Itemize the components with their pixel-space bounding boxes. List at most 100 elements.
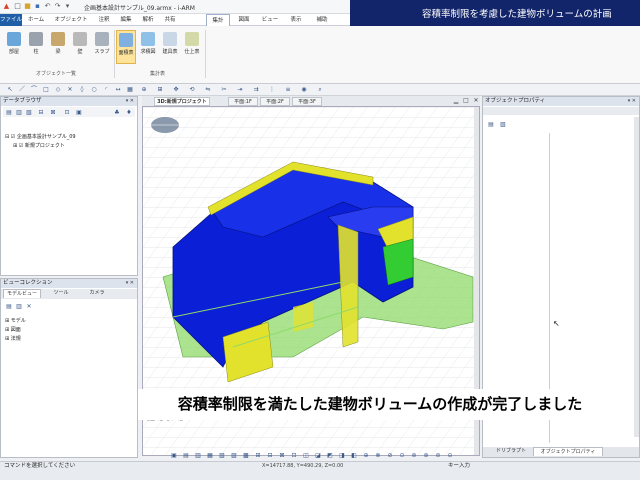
- close-view-icon[interactable]: ✕: [472, 97, 480, 105]
- area-calc-drawing-button[interactable]: 求積図: [138, 30, 158, 64]
- tab-object-properties[interactable]: オブジェクトプロパティ: [533, 447, 603, 456]
- hatch-tool-icon[interactable]: ▦: [126, 86, 134, 94]
- beam-list-button[interactable]: 梁: [48, 30, 68, 64]
- tab-tools[interactable]: ツール: [45, 289, 77, 298]
- slab-list-button[interactable]: スラブ: [92, 30, 112, 64]
- extend-tool-icon[interactable]: ⇥: [236, 86, 244, 94]
- snap-icon[interactable]: ▤: [182, 452, 190, 460]
- snap-icon[interactable]: ◪: [314, 452, 322, 460]
- snap-icon[interactable]: ▧: [218, 452, 226, 460]
- undo-icon[interactable]: ↶: [43, 2, 52, 11]
- snap-icon[interactable]: ◨: [338, 452, 346, 460]
- qat-dropdown-icon[interactable]: ▾: [63, 2, 72, 11]
- tree-item-new-project[interactable]: ⊞ ☑ 新規プロジェクト: [13, 142, 65, 149]
- tab-annotation[interactable]: 注釈: [94, 14, 114, 26]
- measure-tool-icon[interactable]: ⊞: [156, 86, 164, 94]
- tab-home[interactable]: ホーム: [24, 14, 48, 26]
- redo-icon[interactable]: ↷: [53, 2, 62, 11]
- browser-tool-icon[interactable]: ▤: [5, 109, 13, 117]
- browser-tool-icon[interactable]: ▣: [75, 109, 83, 117]
- browser-tool-icon[interactable]: ▥: [15, 109, 23, 117]
- snap-icon[interactable]: ⊚: [410, 452, 418, 460]
- key-input-field[interactable]: キー入力: [448, 462, 470, 470]
- open-folder-icon[interactable]: ■: [23, 2, 32, 11]
- snap-icon[interactable]: ⊝: [446, 452, 454, 460]
- snap-icon[interactable]: ▦: [206, 452, 214, 460]
- offset-tool-icon[interactable]: ⇉: [252, 86, 260, 94]
- layer-tool-icon[interactable]: ≡: [284, 86, 292, 94]
- tree-item-model[interactable]: ⊞ モデル: [5, 317, 26, 324]
- zoom-tool-icon[interactable]: ⌕: [316, 86, 324, 94]
- snap-icon[interactable]: ◧: [350, 452, 358, 460]
- wall-list-button[interactable]: 壁: [70, 30, 90, 64]
- cross-tool-icon[interactable]: ✕: [66, 86, 74, 94]
- select-arrow-icon[interactable]: ↖: [6, 86, 14, 94]
- tab-3d-view[interactable]: 3D:新規プロジェクト: [154, 97, 210, 106]
- tab-schedule[interactable]: 集計: [206, 14, 230, 26]
- browser-tool-icon[interactable]: ♦: [125, 109, 133, 117]
- trim-tool-icon[interactable]: ✂: [220, 86, 228, 94]
- polygon-tool-icon[interactable]: ◇: [54, 86, 62, 94]
- tab-model-view[interactable]: モデルビュー: [3, 289, 41, 298]
- mirror-tool-icon[interactable]: ⇋: [204, 86, 212, 94]
- finish-table-button[interactable]: 仕上表: [182, 30, 202, 64]
- node-tool-icon[interactable]: ◊: [78, 86, 86, 94]
- tab-plan-2f[interactable]: 平面:2F: [260, 97, 290, 106]
- line-tool-icon[interactable]: ／: [18, 86, 26, 94]
- snap-icon[interactable]: ▩: [242, 452, 250, 460]
- tab-view[interactable]: ビュー: [258, 14, 282, 26]
- tree-item-project-root[interactable]: ⊟ ☑ 企画基本設計サンプル_09: [5, 133, 76, 140]
- snap-icon[interactable]: ◫: [302, 452, 310, 460]
- new-file-icon[interactable]: □: [13, 2, 22, 11]
- tab-analysis[interactable]: 解析: [138, 14, 158, 26]
- rotate-tool-icon[interactable]: ⟲: [188, 86, 196, 94]
- snap-icon[interactable]: ⊜: [434, 452, 442, 460]
- pin-close-icon[interactable]: ▾ ✕: [628, 97, 636, 106]
- minimize-view-icon[interactable]: ▁: [452, 97, 460, 105]
- tab-file[interactable]: ファイル: [0, 14, 22, 26]
- snap-icon[interactable]: ⊘: [386, 452, 394, 460]
- snap-icon[interactable]: ⊕: [362, 452, 370, 460]
- view-tool-icon[interactable]: ◉: [300, 86, 308, 94]
- browser-tool-icon[interactable]: ▧: [25, 109, 33, 117]
- tab-camera[interactable]: カメラ: [81, 289, 113, 298]
- tree-item-drawings[interactable]: ⊞ 図面: [5, 326, 21, 333]
- snap-icon[interactable]: ⊗: [374, 452, 382, 460]
- tab-share[interactable]: 共有: [160, 14, 180, 26]
- snap-icon[interactable]: ▣: [170, 452, 178, 460]
- snap-icon[interactable]: ⊙: [398, 452, 406, 460]
- tab-plan-3f[interactable]: 平面:3F: [292, 97, 322, 106]
- browser-tool-icon[interactable]: ⊠: [49, 109, 57, 117]
- snap-icon[interactable]: ▨: [230, 452, 238, 460]
- tab-object[interactable]: オブジェクト: [52, 14, 90, 26]
- polyline-tool-icon[interactable]: ⌒: [30, 86, 38, 94]
- room-list-button[interactable]: 部屋: [4, 30, 24, 64]
- browser-tool-icon[interactable]: ♣: [113, 109, 121, 117]
- properties-scrollbar[interactable]: [634, 117, 639, 437]
- move-tool-icon[interactable]: ✥: [172, 86, 180, 94]
- alpha-view-icon[interactable]: ▧: [499, 121, 507, 129]
- maximize-view-icon[interactable]: □: [462, 97, 470, 105]
- browser-tool-icon[interactable]: ⊟: [37, 109, 45, 117]
- snap-icon[interactable]: ⊟: [266, 452, 274, 460]
- tab-drawing[interactable]: 図面: [233, 14, 255, 26]
- arc-tool-icon[interactable]: ◜: [102, 86, 110, 94]
- snap-tool-icon[interactable]: ⊕: [140, 86, 148, 94]
- rectangle-tool-icon[interactable]: □: [42, 86, 50, 94]
- add-view-icon[interactable]: ▤: [5, 303, 13, 311]
- snap-icon[interactable]: ▥: [194, 452, 202, 460]
- pin-close-icon[interactable]: ▾ ✕: [126, 97, 134, 106]
- tab-auxiliary[interactable]: 補助: [311, 14, 333, 26]
- snap-icon[interactable]: ⊠: [278, 452, 286, 460]
- circle-tool-icon[interactable]: ○: [90, 86, 98, 94]
- category-view-icon[interactable]: ▤: [487, 121, 495, 129]
- browser-tool-icon[interactable]: ⊡: [63, 109, 71, 117]
- snap-icon[interactable]: ⊛: [422, 452, 430, 460]
- copy-view-icon[interactable]: ▥: [15, 303, 23, 311]
- save-icon[interactable]: ▪: [33, 2, 42, 11]
- snap-icon[interactable]: ◩: [326, 452, 334, 460]
- snap-icon[interactable]: ⊞: [254, 452, 262, 460]
- tab-display[interactable]: 表示: [285, 14, 307, 26]
- column-list-button[interactable]: 柱: [26, 30, 46, 64]
- tree-item-regulations[interactable]: ⊞ 法規: [5, 335, 21, 342]
